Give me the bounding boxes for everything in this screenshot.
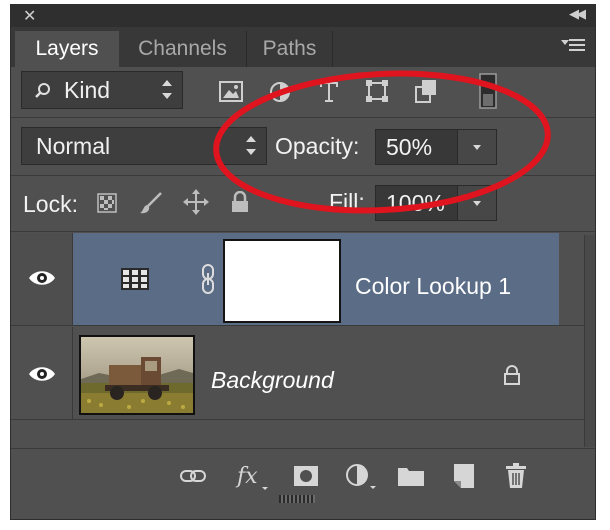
- opacity-dropdown[interactable]: [457, 129, 497, 165]
- panel-title-bar: ✕ ◀◀: [11, 5, 595, 27]
- new-layer-icon[interactable]: [453, 459, 475, 493]
- type-filter-icon[interactable]: [319, 81, 339, 103]
- opacity-input[interactable]: 50%: [375, 129, 459, 165]
- fill-input[interactable]: 100%: [375, 185, 459, 221]
- trash-icon[interactable]: [505, 459, 527, 493]
- link-layers-icon[interactable]: [179, 459, 207, 493]
- lock-all-icon[interactable]: [231, 191, 249, 213]
- fill-dropdown[interactable]: [457, 185, 497, 221]
- smart-object-filter-icon[interactable]: [415, 79, 437, 103]
- tab-bar: Layers Channels Paths: [11, 27, 595, 67]
- panel-menu-icon[interactable]: [561, 39, 585, 55]
- filter-kind-select[interactable]: Kind: [21, 71, 183, 109]
- tab-paths[interactable]: Paths: [247, 31, 333, 67]
- color-lookup-adjustment-icon: [121, 268, 149, 290]
- close-icon[interactable]: ✕: [23, 6, 36, 26]
- lock-position-icon[interactable]: [183, 189, 209, 215]
- chevron-down-icon: [473, 145, 481, 150]
- separator: [11, 175, 595, 176]
- separator: [11, 325, 595, 326]
- select-arrows-icon: [162, 78, 172, 102]
- adjustment-filter-icon[interactable]: [269, 81, 291, 103]
- tab-layers[interactable]: Layers: [15, 31, 119, 67]
- lock-transparent-pixels-icon[interactable]: [97, 193, 117, 213]
- svg-text:fx: fx: [235, 464, 258, 489]
- layers-scrollbar[interactable]: [584, 235, 595, 447]
- eye-icon[interactable]: [28, 365, 56, 383]
- new-group-icon[interactable]: [397, 459, 425, 493]
- visibility-toggle[interactable]: [11, 233, 73, 325]
- filter-toggle-icon[interactable]: [479, 73, 497, 109]
- separator: [11, 419, 595, 420]
- blend-mode-value: Normal: [36, 133, 111, 159]
- eye-icon[interactable]: [28, 269, 56, 287]
- layer-row-color-lookup[interactable]: Color Lookup 1: [11, 233, 585, 325]
- new-adjustment-icon[interactable]: [345, 459, 377, 493]
- resize-grip[interactable]: [279, 495, 315, 503]
- collapse-icon[interactable]: ◀◀: [569, 6, 586, 22]
- select-arrows-icon: [246, 134, 256, 158]
- chevron-down-icon: [473, 201, 481, 206]
- mask-link-icon[interactable]: [201, 263, 215, 295]
- fill-label: Fill:: [329, 189, 365, 215]
- blend-mode-select[interactable]: Normal: [21, 127, 267, 165]
- tab-channels[interactable]: Channels: [119, 31, 247, 67]
- separator: [11, 231, 595, 232]
- shape-filter-icon[interactable]: [365, 79, 389, 103]
- visibility-toggle[interactable]: [11, 327, 73, 419]
- opacity-label: Opacity:: [275, 133, 360, 159]
- layer-mask-thumbnail[interactable]: [223, 239, 341, 323]
- layer-name[interactable]: Color Lookup 1: [355, 273, 511, 300]
- add-mask-icon[interactable]: [293, 459, 319, 493]
- lock-label: Lock:: [23, 191, 78, 217]
- image-filter-icon[interactable]: [219, 81, 243, 103]
- background-thumbnail[interactable]: [79, 335, 195, 415]
- fx-icon[interactable]: fx: [235, 459, 269, 493]
- separator: [11, 117, 595, 118]
- filter-kind-label: Kind: [64, 77, 111, 103]
- layer-row-background[interactable]: Background: [11, 327, 585, 419]
- layer-name[interactable]: Background: [211, 367, 334, 394]
- layers-panel: ✕ ◀◀ Layers Channels Paths Kind Normal O…: [10, 4, 596, 520]
- lock-image-pixels-icon[interactable]: [139, 191, 163, 215]
- lock-icon: [504, 365, 520, 385]
- search-icon: [35, 83, 50, 98]
